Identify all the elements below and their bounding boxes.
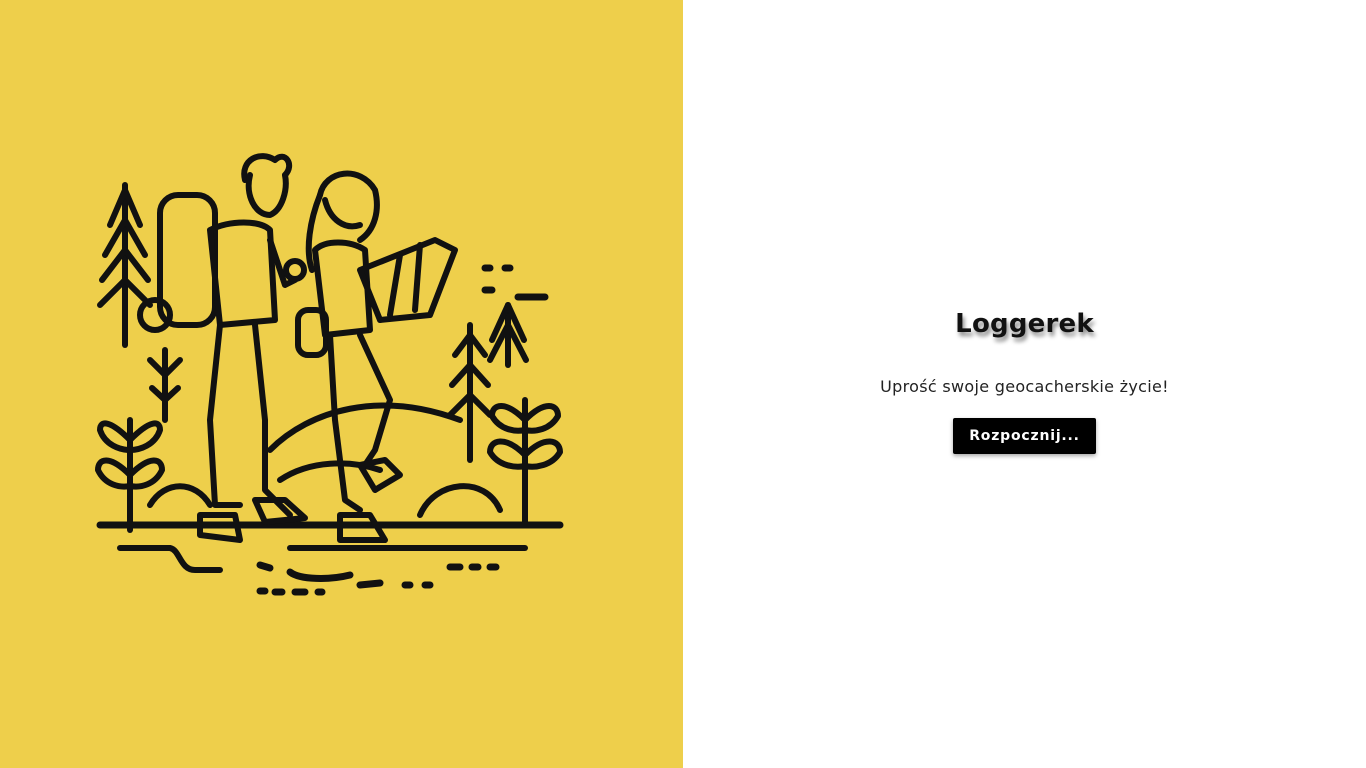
- pine-tree-icon: [447, 322, 493, 463]
- hiker-woman-icon: [295, 170, 458, 543]
- pine-tree-icon: [487, 302, 529, 368]
- start-button[interactable]: Rozpocznij...: [953, 417, 1096, 454]
- hikers-illustration: [95, 153, 564, 596]
- intro-panel: Loggerek Uprość swoje geocacherskie życi…: [683, 0, 1366, 768]
- hero-panel: [0, 0, 683, 768]
- app-title: Loggerek: [955, 308, 1094, 339]
- tagline: Uprość swoje geocacherskie życie!: [880, 376, 1169, 396]
- landing-page: Loggerek Uprość swoje geocacherskie życi…: [0, 0, 1366, 768]
- plant-icon: [95, 417, 165, 533]
